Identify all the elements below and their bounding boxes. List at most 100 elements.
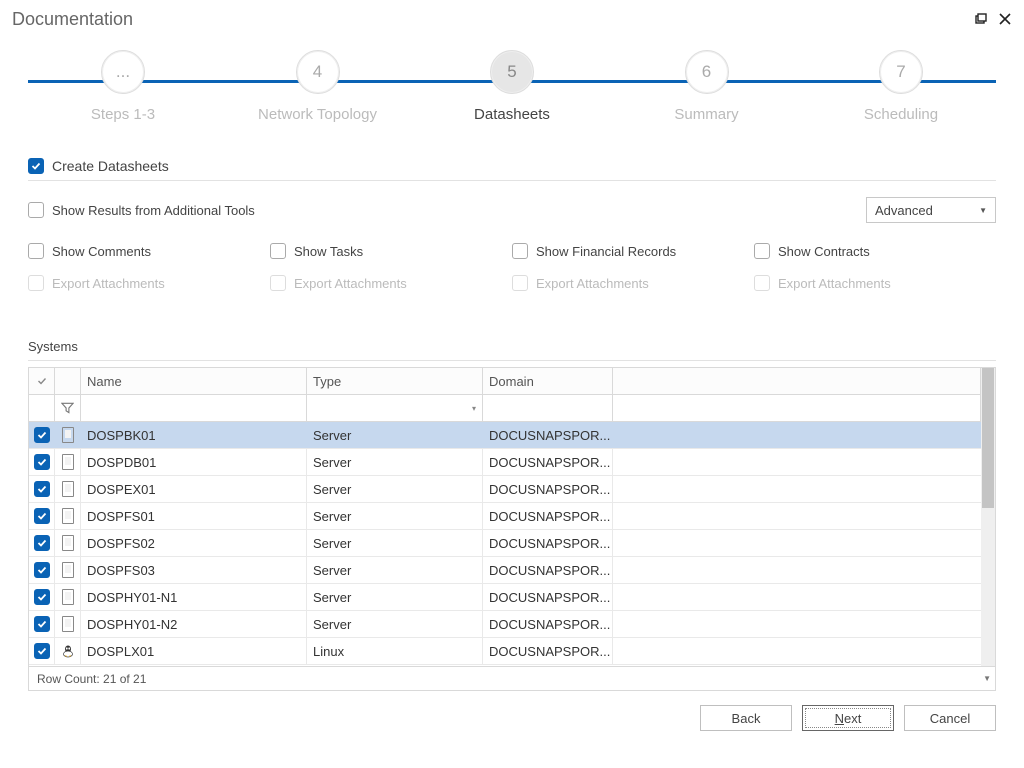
table-row[interactable]: DOSPHY01-N2 Server DOCUSNAPSPOR... bbox=[29, 611, 995, 638]
step-1[interactable]: 4 Network Topology bbox=[223, 50, 413, 123]
wizard-stepper: ... Steps 1-34 Network Topology5 Datashe… bbox=[28, 50, 996, 150]
cell-type: Server bbox=[307, 422, 483, 448]
cell-type: Server bbox=[307, 503, 483, 529]
create-datasheets-checkbox[interactable] bbox=[28, 158, 44, 174]
systems-label: Systems bbox=[28, 339, 996, 354]
show-option-checkbox-0[interactable] bbox=[28, 243, 44, 259]
cell-domain: DOCUSNAPSPOR... bbox=[483, 557, 613, 583]
linux-icon bbox=[61, 644, 75, 658]
cell-domain: DOCUSNAPSPOR... bbox=[483, 638, 613, 664]
cell-name: DOSPFS02 bbox=[81, 530, 307, 556]
server-icon bbox=[62, 481, 74, 497]
back-button[interactable]: Back bbox=[700, 705, 792, 731]
filter-type-dropdown[interactable]: ▾ bbox=[307, 395, 483, 421]
export-option-label-0: Export Attachments bbox=[52, 276, 165, 291]
header-name[interactable]: Name bbox=[81, 368, 307, 394]
step-2[interactable]: 5 Datasheets bbox=[417, 50, 607, 123]
server-icon bbox=[62, 508, 74, 524]
row-checkbox[interactable] bbox=[34, 562, 50, 578]
row-checkbox[interactable] bbox=[34, 616, 50, 632]
vertical-scrollbar[interactable] bbox=[981, 368, 995, 666]
step-label: Summary bbox=[674, 106, 738, 123]
server-icon bbox=[62, 535, 74, 551]
scroll-down-icon[interactable]: ▼ bbox=[983, 674, 991, 683]
export-option-label-1: Export Attachments bbox=[294, 276, 407, 291]
step-3[interactable]: 6 Summary bbox=[612, 50, 802, 123]
cell-name: DOSPBK01 bbox=[81, 422, 307, 448]
documentation-window: Documentation ... Steps 1-34 Network Top… bbox=[0, 0, 1024, 768]
cell-domain: DOCUSNAPSPOR... bbox=[483, 611, 613, 637]
additional-tools-label: Show Results from Additional Tools bbox=[52, 203, 255, 218]
step-4[interactable]: 7 Scheduling bbox=[806, 50, 996, 123]
table-row[interactable]: DOSPFS02 Server DOCUSNAPSPOR... bbox=[29, 530, 995, 557]
step-label: Network Topology bbox=[258, 106, 377, 123]
cell-domain: DOCUSNAPSPOR... bbox=[483, 422, 613, 448]
step-circle: 5 bbox=[490, 50, 534, 94]
header-type[interactable]: Type bbox=[307, 368, 483, 394]
filter-domain-input[interactable] bbox=[483, 395, 613, 421]
table-row[interactable]: DOSPFS03 Server DOCUSNAPSPOR... bbox=[29, 557, 995, 584]
server-icon bbox=[62, 454, 74, 470]
filter-spacer bbox=[613, 395, 981, 421]
additional-tools-checkbox[interactable] bbox=[28, 202, 44, 218]
table-row[interactable]: DOSPEX01 Server DOCUSNAPSPOR... bbox=[29, 476, 995, 503]
table-row[interactable]: DOSPBK01 Server DOCUSNAPSPOR... bbox=[29, 422, 995, 449]
row-count-label: Row Count: 21 of 21 bbox=[37, 672, 146, 686]
cell-type: Server bbox=[307, 611, 483, 637]
table-row[interactable]: DOSPHY01-N1 Server DOCUSNAPSPOR... bbox=[29, 584, 995, 611]
export-option-checkbox-2 bbox=[512, 275, 528, 291]
filter-name-input[interactable] bbox=[81, 395, 307, 421]
step-circle: ... bbox=[101, 50, 145, 94]
show-option-label-2: Show Financial Records bbox=[536, 244, 676, 259]
export-option-checkbox-0 bbox=[28, 275, 44, 291]
header-checkbox[interactable] bbox=[29, 368, 55, 394]
create-datasheets-label: Create Datasheets bbox=[52, 158, 169, 174]
cell-domain: DOCUSNAPSPOR... bbox=[483, 449, 613, 475]
cell-type: Server bbox=[307, 530, 483, 556]
server-icon bbox=[62, 562, 74, 578]
export-option-checkbox-1 bbox=[270, 275, 286, 291]
row-checkbox[interactable] bbox=[34, 643, 50, 659]
step-circle: 7 bbox=[879, 50, 923, 94]
header-domain[interactable]: Domain bbox=[483, 368, 613, 394]
export-option-label-2: Export Attachments bbox=[536, 276, 649, 291]
show-option-checkbox-3[interactable] bbox=[754, 243, 770, 259]
row-checkbox[interactable] bbox=[34, 535, 50, 551]
close-icon[interactable] bbox=[998, 12, 1012, 26]
filter-icon[interactable] bbox=[55, 395, 81, 421]
row-checkbox[interactable] bbox=[34, 508, 50, 524]
maximize-icon[interactable] bbox=[974, 12, 988, 26]
row-checkbox[interactable] bbox=[34, 454, 50, 470]
cell-name: DOSPFS03 bbox=[81, 557, 307, 583]
cell-type: Server bbox=[307, 476, 483, 502]
row-checkbox[interactable] bbox=[34, 589, 50, 605]
row-checkbox[interactable] bbox=[34, 481, 50, 497]
table-row[interactable]: DOSPFS01 Server DOCUSNAPSPOR... bbox=[29, 503, 995, 530]
cancel-button[interactable]: Cancel bbox=[904, 705, 996, 731]
show-option-checkbox-1[interactable] bbox=[270, 243, 286, 259]
table-row[interactable]: DOSPLX01 Linux DOCUSNAPSPOR... bbox=[29, 638, 995, 665]
cell-type: Server bbox=[307, 449, 483, 475]
mode-dropdown[interactable]: Advanced ▼ bbox=[866, 197, 996, 223]
export-option-label-3: Export Attachments bbox=[778, 276, 891, 291]
cell-name: DOSPHY01-N2 bbox=[81, 611, 307, 637]
row-checkbox[interactable] bbox=[34, 427, 50, 443]
step-0[interactable]: ... Steps 1-3 bbox=[28, 50, 218, 123]
systems-table: Name Type Domain ▲ ▾ bbox=[28, 367, 996, 691]
cell-name: DOSPEX01 bbox=[81, 476, 307, 502]
cell-name: DOSPDB01 bbox=[81, 449, 307, 475]
divider bbox=[28, 360, 996, 361]
scrollbar-thumb[interactable] bbox=[982, 368, 994, 508]
server-icon bbox=[62, 616, 74, 632]
mode-dropdown-value: Advanced bbox=[875, 203, 933, 218]
cell-domain: DOCUSNAPSPOR... bbox=[483, 476, 613, 502]
chevron-down-icon: ▼ bbox=[979, 206, 987, 215]
table-row[interactable]: DOSPDB01 Server DOCUSNAPSPOR... bbox=[29, 449, 995, 476]
cell-type: Server bbox=[307, 584, 483, 610]
next-button[interactable]: Next bbox=[802, 705, 894, 731]
show-option-checkbox-2[interactable] bbox=[512, 243, 528, 259]
cell-domain: DOCUSNAPSPOR... bbox=[483, 530, 613, 556]
server-icon bbox=[62, 427, 74, 443]
header-icon-col bbox=[55, 368, 81, 394]
server-icon bbox=[62, 589, 74, 605]
